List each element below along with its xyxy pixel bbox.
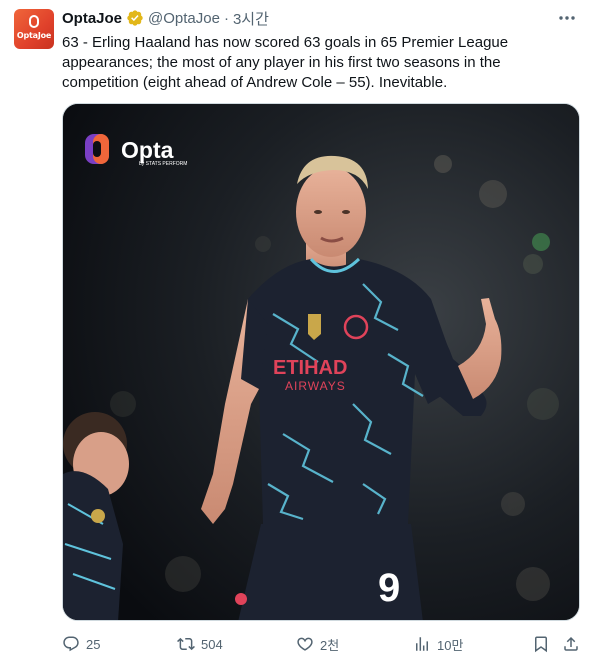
tweet-header: OptaJoe @OptaJoe · 3시간	[62, 8, 269, 28]
views-icon	[416, 637, 428, 651]
verified-badge-icon[interactable]	[126, 9, 144, 27]
shorts-number: 9	[378, 566, 400, 610]
avatar[interactable]: OptaJoe	[14, 9, 54, 49]
display-name[interactable]: OptaJoe	[62, 10, 122, 27]
views-button[interactable]: 10만	[413, 634, 463, 654]
repost-count: 504	[201, 636, 223, 652]
reply-count: 25	[86, 636, 101, 652]
shirt-sponsor-line2: AIRWAYS	[285, 379, 346, 393]
photo-illustration: Opta by STATS PERFORM ETIHAD AIRWAYS 9	[63, 104, 579, 620]
views-count: 10만	[437, 637, 464, 653]
handle[interactable]: @OptaJoe	[148, 10, 220, 27]
share-icon	[564, 636, 578, 651]
repost-button[interactable]: 504	[177, 634, 223, 654]
reply-button[interactable]: 25	[62, 634, 100, 654]
separator-dot: ·	[223, 9, 229, 27]
watermark-title: Opta	[121, 137, 174, 163]
tweet-text: 63 - Erling Haaland has now scored 63 go…	[62, 34, 509, 91]
tweet-photo[interactable]: Opta by STATS PERFORM ETIHAD AIRWAYS 9	[62, 103, 580, 621]
bookmark-icon	[535, 636, 547, 653]
shirt-sponsor-line1: ETIHAD	[273, 357, 347, 379]
tweet[interactable]: OptaJoe OptaJoe @OptaJoe · 3시간 63 - Erli…	[0, 0, 595, 665]
reply-icon	[63, 636, 79, 652]
opta-logo-icon	[29, 15, 39, 28]
opta-watermark	[85, 134, 109, 164]
like-icon	[297, 637, 313, 651]
timestamp[interactable]: 3시간	[233, 8, 269, 29]
bookmark-button[interactable]	[532, 634, 550, 654]
avatar-label: OptaJoe	[16, 31, 52, 40]
like-count: 2천	[320, 637, 340, 653]
like-button[interactable]: 2천	[296, 634, 339, 654]
repost-icon	[177, 637, 195, 651]
watermark-subtitle: by STATS PERFORM	[139, 161, 187, 167]
more-icon[interactable]	[557, 10, 577, 26]
share-button[interactable]	[562, 634, 580, 654]
action-bar: 25 504 2천 10만	[62, 634, 582, 654]
